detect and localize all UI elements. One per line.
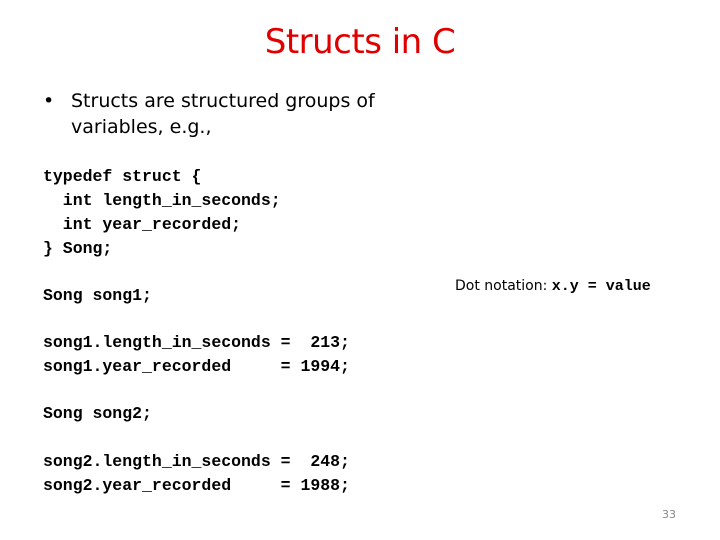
dot-notation-note: Dot notation: x.y = value	[440, 261, 651, 312]
code-typedef-struct: typedef struct { int length_in_seconds; …	[43, 167, 281, 258]
bullet-text: Structs are structured groups of variabl…	[71, 90, 375, 138]
code-song1-declaration: Song song1;	[43, 286, 152, 305]
slide-title: Structs in C	[264, 22, 456, 62]
code-song1-assignments: song1.length_in_seconds = 213; song1.yea…	[43, 333, 350, 376]
dot-notation-label: Dot notation:	[455, 278, 552, 294]
bullet-marker: •	[43, 90, 55, 112]
page-number: 33	[662, 508, 676, 521]
code-song2-declaration: Song song2;	[43, 404, 152, 423]
code-song2-assignments: song2.length_in_seconds = 248; song2.yea…	[43, 452, 350, 495]
dot-notation-code: x.y = value	[551, 278, 651, 295]
